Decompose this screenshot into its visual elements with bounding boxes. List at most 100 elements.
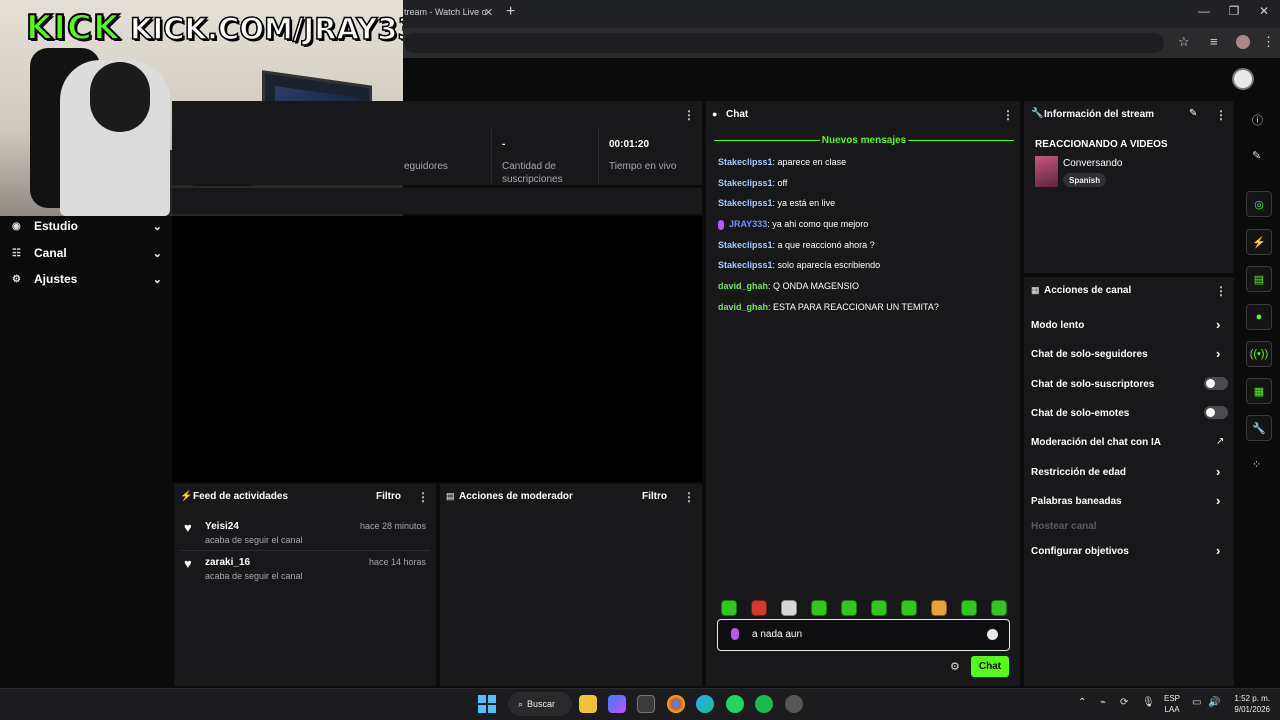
chat-menu-icon[interactable]: ⋮ bbox=[1002, 108, 1014, 122]
minimize-button[interactable]: — bbox=[1194, 4, 1214, 18]
stream-info-menu-icon[interactable]: ⋮ bbox=[1215, 108, 1227, 122]
emote-button[interactable] bbox=[901, 600, 917, 616]
windows-start-icon[interactable] bbox=[478, 695, 496, 713]
emote-button[interactable] bbox=[781, 600, 797, 616]
taskbar-search-label: Buscar bbox=[527, 699, 556, 709]
rail-mod-actions-button[interactable]: ▤ bbox=[1246, 266, 1272, 292]
microphone-icon[interactable] bbox=[731, 628, 739, 640]
emote-button[interactable] bbox=[961, 600, 977, 616]
taskbar-search[interactable]: ⌕ Buscar bbox=[508, 692, 572, 716]
tray-mic-icon[interactable]: 🎙 bbox=[1142, 697, 1155, 708]
info-icon[interactable]: ⓘ bbox=[1252, 112, 1263, 128]
chevron-right-icon[interactable]: › bbox=[1216, 317, 1220, 332]
app-icon[interactable] bbox=[785, 695, 803, 713]
chat-username[interactable]: david_ghah bbox=[718, 281, 768, 291]
stats-menu-icon[interactable]: ⋮ bbox=[683, 108, 695, 122]
emote-button[interactable] bbox=[931, 600, 947, 616]
rail-stream-info-button[interactable]: 🔧 bbox=[1246, 415, 1272, 441]
taskbar-clock[interactable]: 1:52 p. m. 9/01/2026 bbox=[1222, 693, 1270, 715]
user-avatar[interactable] bbox=[1232, 68, 1254, 90]
tab-close-icon[interactable]: ✕ bbox=[484, 6, 493, 19]
browser-tab-title[interactable]: tream - Watch Live o bbox=[404, 7, 487, 17]
emote-button[interactable] bbox=[811, 600, 827, 616]
chat-username[interactable]: Stakeclipss1 bbox=[718, 198, 773, 208]
browser-menu-icon[interactable]: ⋮ bbox=[1262, 34, 1275, 50]
action-slow-mode[interactable]: Modo lento bbox=[1031, 320, 1084, 331]
add-widget-icon[interactable]: ⁘ bbox=[1252, 458, 1261, 471]
chevron-down-icon: ⌄ bbox=[152, 247, 162, 260]
stream-preview[interactable] bbox=[172, 216, 702, 482]
chevron-right-icon[interactable]: › bbox=[1216, 346, 1220, 361]
rail-activity-button[interactable]: ⚡ bbox=[1246, 229, 1272, 255]
chat-username[interactable]: david_ghah bbox=[718, 302, 768, 312]
mod-menu-icon[interactable]: ⋮ bbox=[683, 490, 695, 504]
store-icon[interactable] bbox=[637, 695, 655, 713]
mod-filter-button[interactable]: Filtro bbox=[642, 491, 667, 502]
tray-volume-icon[interactable]: 🔊 bbox=[1208, 697, 1220, 708]
chat-input-value[interactable]: a nada aun bbox=[752, 629, 802, 640]
bookmark-star-icon[interactable]: ☆ bbox=[1178, 34, 1190, 50]
rail-stream-preview-button[interactable]: ◎ bbox=[1246, 191, 1272, 217]
chat-message-text: : aparece en clase bbox=[772, 157, 847, 167]
channel-actions-menu-icon[interactable]: ⋮ bbox=[1215, 284, 1227, 298]
feed-filter-button[interactable]: Filtro bbox=[376, 491, 401, 502]
edit-pencil-icon[interactable]: ✎ bbox=[1189, 108, 1197, 119]
action-banned-words[interactable]: Palabras baneadas bbox=[1031, 496, 1122, 507]
maximize-button[interactable]: ❐ bbox=[1224, 4, 1244, 18]
tray-chevron-up-icon[interactable]: ⌃ bbox=[1078, 697, 1086, 708]
emoji-picker-icon[interactable] bbox=[987, 629, 998, 640]
reading-list-icon[interactable]: ≡ bbox=[1210, 34, 1218, 49]
browser-profile-avatar[interactable] bbox=[1236, 35, 1250, 49]
tray-sync-icon[interactable]: ⟳ bbox=[1120, 697, 1128, 708]
action-set-goals[interactable]: Configurar objetivos bbox=[1031, 546, 1129, 557]
action-age-restriction[interactable]: Restricción de edad bbox=[1031, 467, 1126, 478]
chevron-right-icon[interactable]: › bbox=[1216, 464, 1220, 479]
rail-broadcast-button[interactable]: ((•)) bbox=[1246, 341, 1272, 367]
input-language[interactable]: ESP LAA bbox=[1162, 693, 1182, 715]
address-bar[interactable] bbox=[404, 33, 1164, 53]
sidebar-item-ajustes[interactable]: ⚙ Ajustes ⌄ bbox=[12, 269, 162, 289]
tray-network-icon[interactable]: ⌁ bbox=[1100, 697, 1106, 708]
emote-button[interactable] bbox=[721, 600, 737, 616]
feed-user[interactable]: zaraki_16 bbox=[205, 557, 250, 568]
broadcaster-mic-badge-icon bbox=[718, 219, 724, 230]
subscribers-only-toggle[interactable] bbox=[1204, 377, 1228, 390]
emotes-only-toggle[interactable] bbox=[1204, 406, 1228, 419]
action-ai-moderation[interactable]: Moderación del chat con IA bbox=[1031, 437, 1161, 448]
chat-username[interactable]: Stakeclipss1 bbox=[718, 260, 773, 270]
rail-chat-button[interactable]: ● bbox=[1246, 304, 1272, 330]
new-tab-button[interactable]: + bbox=[506, 3, 515, 21]
chat-username[interactable]: Stakeclipss1 bbox=[718, 157, 773, 167]
new-messages-divider bbox=[908, 140, 1014, 141]
tray-display-icon[interactable]: ▭ bbox=[1192, 697, 1201, 708]
external-link-icon[interactable]: ↗ bbox=[1216, 436, 1224, 447]
edge-icon[interactable] bbox=[696, 695, 714, 713]
emote-button[interactable] bbox=[991, 600, 1007, 616]
spotify-icon[interactable] bbox=[755, 695, 773, 713]
chat-username[interactable]: JRAY333 bbox=[729, 219, 767, 229]
chrome-icon[interactable] bbox=[667, 695, 685, 713]
chat-username[interactable]: Stakeclipss1 bbox=[718, 178, 773, 188]
sidebar-item-estudio[interactable]: ◉ Estudio ⌄ bbox=[12, 216, 162, 236]
chat-settings-gear-icon[interactable]: ⚙ bbox=[950, 660, 960, 673]
emote-button[interactable] bbox=[871, 600, 887, 616]
rail-channel-actions-button[interactable]: ▦ bbox=[1246, 378, 1272, 404]
copilot-icon[interactable] bbox=[608, 695, 626, 713]
edit-pencil-icon[interactable]: ✎ bbox=[1252, 149, 1261, 162]
clock-time: 1:52 p. m. bbox=[1234, 694, 1270, 703]
action-followers-only[interactable]: Chat de solo-seguidores bbox=[1031, 349, 1148, 360]
feed-menu-icon[interactable]: ⋮ bbox=[417, 490, 429, 504]
feed-user[interactable]: Yeisi24 bbox=[205, 521, 239, 532]
emote-button[interactable] bbox=[751, 600, 767, 616]
chevron-right-icon[interactable]: › bbox=[1216, 543, 1220, 558]
whatsapp-icon[interactable] bbox=[726, 695, 744, 713]
chat-message-text: : a que reaccionó ahora ? bbox=[772, 240, 875, 250]
chat-send-button[interactable]: Chat bbox=[971, 656, 1009, 677]
emote-button[interactable] bbox=[841, 600, 857, 616]
sidebar-item-canal[interactable]: ☷ Canal ⌄ bbox=[12, 243, 162, 263]
activity-feed-panel bbox=[174, 484, 436, 686]
file-explorer-icon[interactable] bbox=[579, 695, 597, 713]
chevron-right-icon[interactable]: › bbox=[1216, 493, 1220, 508]
close-window-button[interactable]: ✕ bbox=[1254, 4, 1274, 18]
chat-username[interactable]: Stakeclipss1 bbox=[718, 240, 773, 250]
